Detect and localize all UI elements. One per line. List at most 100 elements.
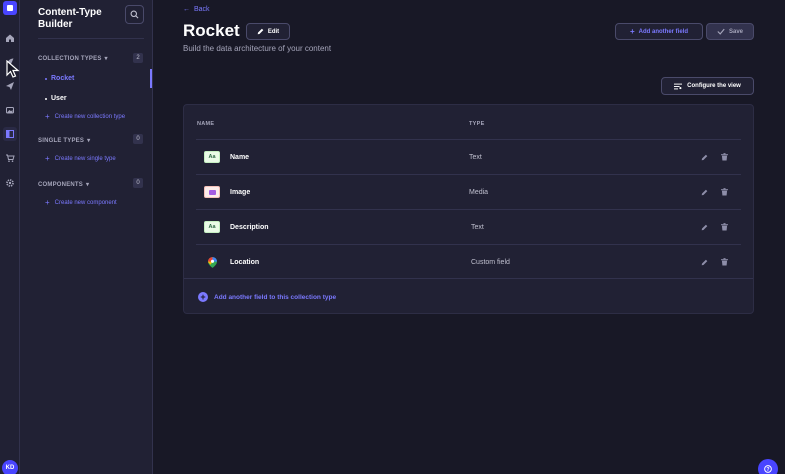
table-row[interactable]: Aa Name Text bbox=[196, 139, 741, 174]
pencil-icon bbox=[701, 224, 707, 230]
pencil-icon bbox=[701, 189, 707, 195]
configure-label: Configure the view bbox=[687, 83, 741, 89]
edit-field-button[interactable] bbox=[700, 188, 708, 196]
add-another-field-button[interactable]: + Add another field bbox=[615, 23, 703, 40]
column-header-type: TYPE bbox=[469, 121, 485, 127]
page-title: Rocket bbox=[183, 21, 240, 40]
trash-icon bbox=[720, 223, 728, 231]
strapi-logo-icon[interactable] bbox=[3, 1, 17, 15]
field-name: Image bbox=[230, 189, 251, 196]
text-type-icon: Aa bbox=[204, 221, 220, 233]
create-collection-type-label: Create new collection type bbox=[54, 114, 126, 120]
delete-field-button[interactable] bbox=[720, 188, 728, 196]
question-icon: ? bbox=[764, 465, 772, 473]
field-name: Description bbox=[230, 224, 269, 231]
edit-label: Edit bbox=[267, 28, 280, 35]
content-type-builder-nav: Content-Type Builder COLLECTION TYPES ▾ … bbox=[20, 0, 153, 474]
sidebar-item-user[interactable]: User bbox=[45, 95, 67, 102]
save-label: Save bbox=[728, 28, 743, 35]
chevron-down-icon: ▾ bbox=[86, 182, 90, 188]
field-name: Name bbox=[230, 154, 250, 161]
subnav-title: Content-Type Builder bbox=[38, 7, 102, 30]
create-collection-type-link[interactable]: + Create new collection type bbox=[45, 112, 126, 121]
bullet-icon bbox=[45, 97, 47, 100]
main-content: ← Back Rocket Edit Build the data archit… bbox=[153, 0, 785, 474]
configure-view-button[interactable]: Configure the view bbox=[661, 77, 754, 95]
edit-field-button[interactable] bbox=[700, 258, 708, 266]
chevron-down-icon: ▾ bbox=[87, 138, 91, 144]
pencil-icon bbox=[701, 259, 707, 265]
media-type-icon bbox=[204, 186, 220, 198]
plus-icon: + bbox=[45, 154, 50, 163]
delete-field-button[interactable] bbox=[720, 223, 728, 231]
create-single-type-label: Create new single type bbox=[54, 156, 116, 162]
mouse-cursor-icon bbox=[6, 60, 20, 78]
back-label: Back bbox=[194, 6, 210, 13]
add-field-label: Add another field bbox=[638, 28, 688, 35]
components-label: COMPONENTS bbox=[38, 181, 84, 188]
create-component-label: Create new component bbox=[54, 200, 117, 206]
create-component-link[interactable]: + Create new component bbox=[45, 198, 117, 207]
add-field-to-collection-link[interactable]: + Add another field to this collection t… bbox=[198, 292, 336, 302]
single-types-label: SINGLE TYPES bbox=[38, 137, 85, 144]
sidebar-item-label: Rocket bbox=[51, 75, 75, 82]
svg-text:?: ? bbox=[766, 467, 769, 473]
collection-types-label: COLLECTION TYPES bbox=[38, 55, 102, 62]
components-count: 0 bbox=[133, 178, 143, 188]
create-single-type-link[interactable]: + Create new single type bbox=[45, 154, 116, 163]
components-header[interactable]: COMPONENTS ▾ bbox=[38, 181, 90, 189]
single-types-header[interactable]: SINGLE TYPES ▾ bbox=[38, 137, 91, 145]
field-type: Custom field bbox=[471, 259, 510, 266]
user-avatar[interactable]: KD bbox=[2, 460, 18, 474]
gear-icon[interactable] bbox=[3, 176, 17, 190]
bullet-icon bbox=[45, 77, 47, 80]
plus-icon: + bbox=[45, 198, 50, 207]
images-icon[interactable] bbox=[3, 103, 17, 117]
table-footer: + Add another field to this collection t… bbox=[184, 278, 753, 313]
check-icon bbox=[717, 28, 725, 35]
map-pin-icon bbox=[204, 256, 220, 268]
edit-field-button[interactable] bbox=[700, 153, 708, 161]
search-button[interactable] bbox=[125, 5, 144, 24]
search-icon bbox=[130, 10, 139, 19]
edit-button[interactable]: Edit bbox=[246, 23, 290, 40]
arrow-left-icon: ← bbox=[183, 6, 190, 13]
save-button[interactable]: Save bbox=[706, 23, 754, 40]
footer-add-label: Add another field to this collection typ… bbox=[214, 293, 337, 301]
delete-field-button[interactable] bbox=[720, 153, 728, 161]
delete-field-button[interactable] bbox=[720, 258, 728, 266]
sidebar-item-label: User bbox=[51, 95, 67, 102]
page-subtitle: Build the data architecture of your cont… bbox=[183, 44, 332, 53]
field-type: Text bbox=[471, 224, 484, 231]
table-row[interactable]: Location Custom field bbox=[196, 244, 741, 279]
divider bbox=[38, 38, 144, 39]
plus-icon: + bbox=[45, 112, 50, 121]
home-icon[interactable] bbox=[3, 31, 17, 45]
column-header-name: NAME bbox=[197, 121, 215, 127]
trash-icon bbox=[720, 258, 728, 266]
field-type: Text bbox=[469, 154, 482, 161]
cart-icon[interactable] bbox=[3, 151, 17, 165]
list-settings-icon bbox=[674, 83, 683, 89]
back-link[interactable]: ← Back bbox=[183, 6, 210, 13]
table-row[interactable]: Image Media bbox=[196, 174, 741, 209]
field-name: Location bbox=[230, 259, 260, 266]
trash-icon bbox=[720, 188, 728, 196]
chevron-down-icon: ▾ bbox=[104, 56, 108, 62]
active-indicator bbox=[150, 69, 152, 88]
help-button[interactable]: ? bbox=[758, 459, 778, 474]
field-type: Media bbox=[469, 189, 489, 196]
edit-field-button[interactable] bbox=[700, 223, 708, 231]
plus-circle-icon: + bbox=[198, 292, 208, 302]
collection-types-header[interactable]: COLLECTION TYPES ▾ bbox=[38, 55, 108, 63]
plus-icon: + bbox=[629, 26, 635, 36]
table-row[interactable]: Aa Description Text bbox=[196, 209, 741, 244]
single-types-count: 0 bbox=[133, 134, 143, 144]
collection-types-count: 2 bbox=[133, 53, 143, 63]
fields-table: NAME TYPE Aa Name Text Image Media Aa De… bbox=[183, 104, 754, 314]
sidebar-item-rocket[interactable]: Rocket bbox=[45, 75, 74, 82]
layout-icon[interactable] bbox=[3, 127, 17, 141]
text-type-icon: Aa bbox=[204, 151, 220, 163]
paper-plane-icon[interactable] bbox=[3, 79, 17, 93]
pencil-icon bbox=[257, 28, 264, 35]
